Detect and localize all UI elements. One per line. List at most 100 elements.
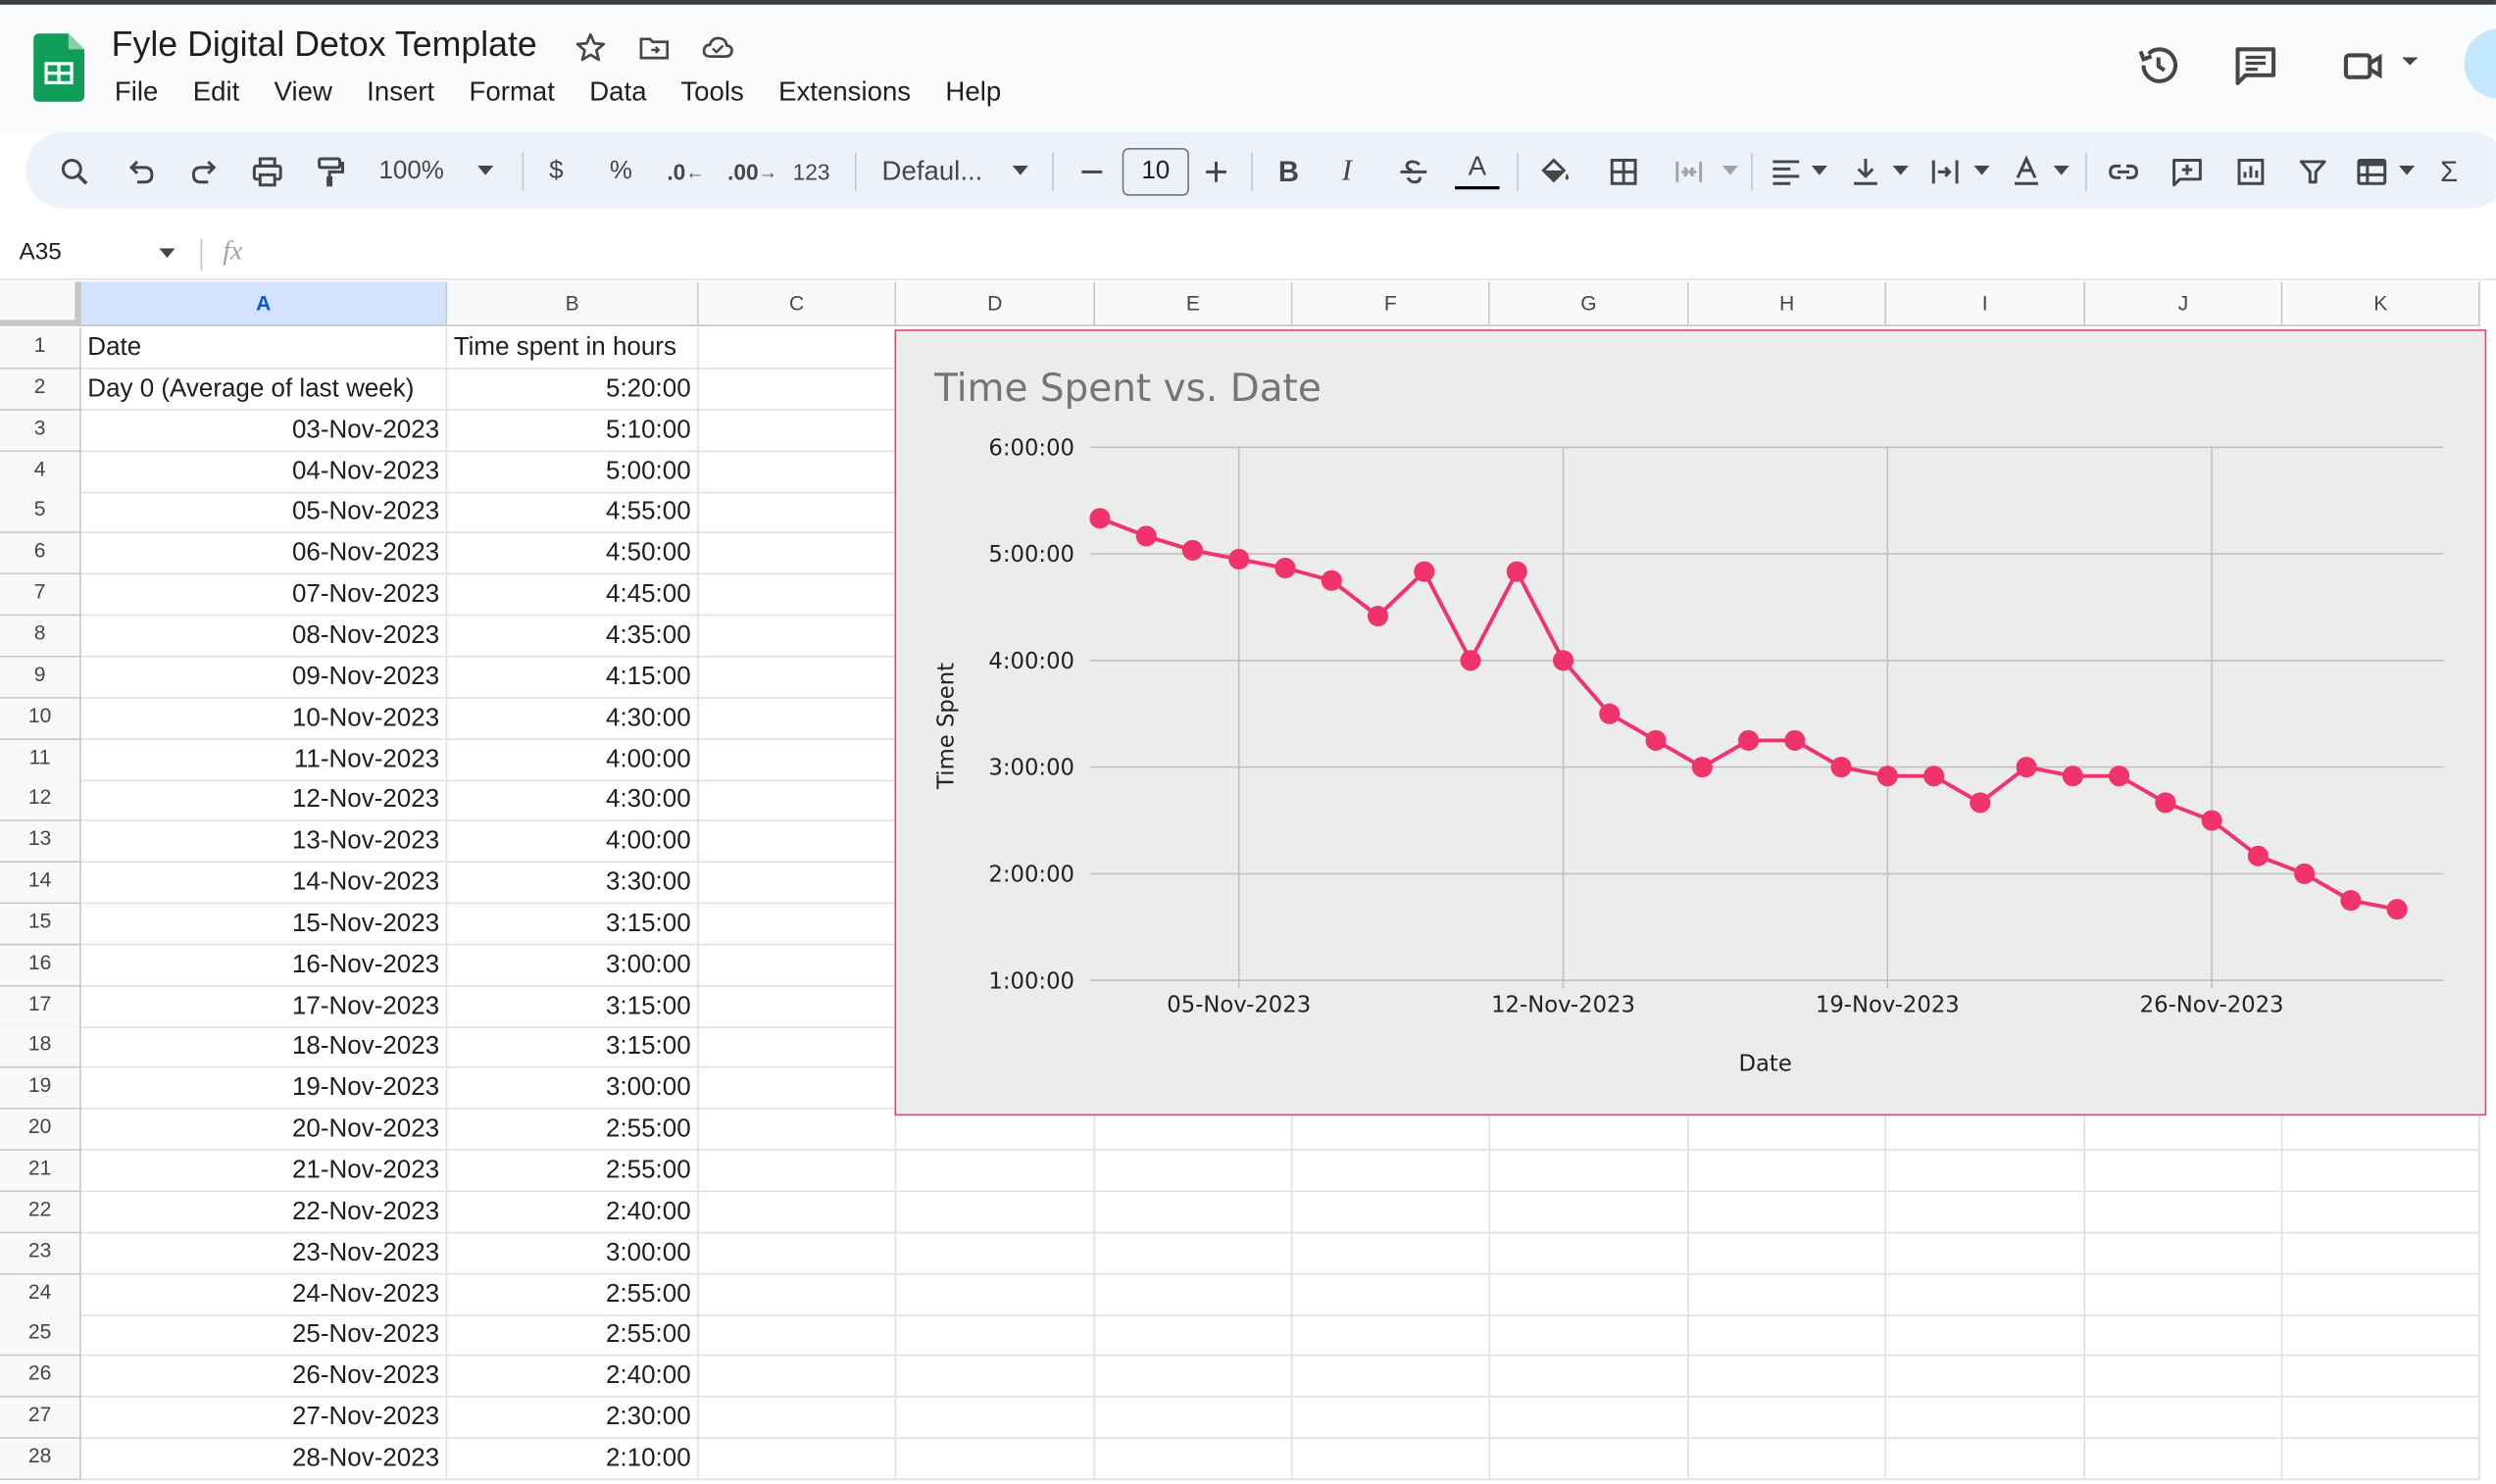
cell-a14[interactable]: 14-Nov-2023 — [80, 863, 448, 905]
insert-comment-icon[interactable] — [2170, 154, 2205, 189]
cell-h24[interactable] — [1688, 1273, 1887, 1316]
merge-cells-icon[interactable] — [1672, 154, 1707, 189]
row-header-6[interactable]: 6 — [0, 533, 81, 575]
cell-g23[interactable] — [1489, 1232, 1689, 1275]
cell-b17[interactable]: 3:15:00 — [447, 986, 699, 1028]
cell-k24[interactable] — [2282, 1273, 2480, 1316]
cell-j28[interactable] — [2085, 1438, 2283, 1480]
cell-g28[interactable] — [1489, 1438, 1689, 1480]
cell-f25[interactable] — [1292, 1314, 1490, 1358]
menu-insert[interactable]: Insert — [367, 76, 434, 107]
cell-b5[interactable]: 4:55:00 — [447, 492, 699, 534]
cell-g21[interactable] — [1489, 1150, 1689, 1193]
cell-a5[interactable]: 05-Nov-2023 — [80, 492, 448, 534]
cell-i21[interactable] — [1886, 1150, 2086, 1193]
cell-g24[interactable] — [1489, 1273, 1689, 1316]
cell-b16[interactable]: 3:00:00 — [447, 945, 699, 987]
wrap-dropdown-icon[interactable] — [1973, 165, 1990, 176]
font-dropdown-icon[interactable] — [1012, 165, 1028, 176]
font-size-input[interactable]: 10 — [1122, 148, 1189, 196]
cell-i24[interactable] — [1886, 1273, 2086, 1316]
row-header-4[interactable]: 4 — [0, 451, 81, 493]
cell-e20[interactable] — [1095, 1109, 1293, 1152]
row-header-16[interactable]: 16 — [0, 945, 81, 987]
cell-b6[interactable]: 4:50:00 — [447, 533, 699, 575]
cell-i20[interactable] — [1886, 1109, 2086, 1152]
cell-a28[interactable]: 28-Nov-2023 — [80, 1438, 448, 1480]
cell-c15[interactable] — [698, 904, 897, 946]
cell-i28[interactable] — [1886, 1438, 2086, 1480]
cell-b1[interactable]: Time spent in hours — [447, 327, 699, 370]
increase-decimal-button[interactable]: .00 → — [727, 154, 777, 189]
cell-d20[interactable] — [896, 1109, 1096, 1152]
cell-b27[interactable]: 2:30:00 — [447, 1397, 699, 1439]
cell-c21[interactable] — [698, 1150, 897, 1193]
cell-c19[interactable] — [698, 1067, 897, 1111]
cell-a24[interactable]: 24-Nov-2023 — [80, 1273, 448, 1316]
move-folder-icon[interactable] — [636, 30, 672, 66]
cell-b20[interactable]: 2:55:00 — [447, 1109, 699, 1152]
cell-c24[interactable] — [698, 1273, 897, 1316]
row-header-12[interactable]: 12 — [0, 780, 81, 822]
cell-f27[interactable] — [1292, 1397, 1490, 1439]
sheets-logo-icon[interactable] — [33, 33, 85, 102]
cell-c11[interactable] — [698, 739, 897, 781]
cell-d28[interactable] — [896, 1438, 1096, 1480]
increase-font-size-icon[interactable] — [1199, 154, 1234, 189]
currency-format-button[interactable]: $ — [549, 154, 563, 189]
cell-c28[interactable] — [698, 1438, 897, 1480]
row-header-22[interactable]: 22 — [0, 1191, 81, 1234]
menu-edit[interactable]: Edit — [193, 76, 240, 107]
cell-c26[interactable] — [698, 1356, 897, 1399]
redo-icon[interactable] — [186, 154, 222, 189]
text-rotation-icon[interactable] — [2009, 154, 2044, 189]
row-header-17[interactable]: 17 — [0, 986, 81, 1028]
cell-k22[interactable] — [2282, 1191, 2480, 1234]
cell-c20[interactable] — [698, 1109, 897, 1152]
cell-f23[interactable] — [1292, 1232, 1490, 1275]
column-header-e[interactable]: E — [1095, 281, 1293, 326]
cell-b28[interactable]: 2:10:00 — [447, 1438, 699, 1480]
cell-a8[interactable]: 08-Nov-2023 — [80, 616, 448, 658]
fill-color-icon[interactable] — [1537, 154, 1572, 189]
row-header-28[interactable]: 28 — [0, 1438, 81, 1480]
cell-c10[interactable] — [698, 698, 897, 740]
meet-video-icon[interactable] — [2340, 41, 2388, 89]
cell-c1[interactable] — [698, 327, 897, 370]
cell-b14[interactable]: 3:30:00 — [447, 863, 699, 905]
cell-a18[interactable]: 18-Nov-2023 — [80, 1026, 448, 1069]
row-header-13[interactable]: 13 — [0, 821, 81, 864]
vertical-align-icon[interactable] — [1848, 154, 1883, 189]
text-wrapping-icon[interactable] — [1927, 154, 1963, 189]
cell-i25[interactable] — [1886, 1314, 2086, 1358]
cell-k21[interactable] — [2282, 1150, 2480, 1193]
cell-c9[interactable] — [698, 657, 897, 699]
cell-g27[interactable] — [1489, 1397, 1689, 1439]
row-header-14[interactable]: 14 — [0, 863, 81, 905]
cell-c6[interactable] — [698, 533, 897, 575]
zoom-dropdown-icon[interactable] — [477, 165, 494, 176]
cell-b15[interactable]: 3:15:00 — [447, 904, 699, 946]
cell-c8[interactable] — [698, 616, 897, 658]
valign-dropdown-icon[interactable] — [1892, 165, 1909, 176]
menu-view[interactable]: View — [275, 76, 332, 107]
column-header-j[interactable]: J — [2085, 281, 2283, 326]
row-header-7[interactable]: 7 — [0, 574, 81, 617]
row-header-24[interactable]: 24 — [0, 1273, 81, 1316]
row-header-8[interactable]: 8 — [0, 616, 81, 658]
menu-data[interactable]: Data — [589, 76, 646, 107]
cell-a1[interactable]: Date — [80, 327, 448, 370]
cell-j27[interactable] — [2085, 1397, 2283, 1439]
cell-d22[interactable] — [896, 1191, 1096, 1234]
cell-a15[interactable]: 15-Nov-2023 — [80, 904, 448, 946]
search-menus-icon[interactable] — [57, 154, 92, 189]
cell-a12[interactable]: 12-Nov-2023 — [80, 780, 448, 822]
menu-extensions[interactable]: Extensions — [778, 76, 911, 107]
cell-h22[interactable] — [1688, 1191, 1887, 1234]
row-header-15[interactable]: 15 — [0, 904, 81, 946]
cell-g26[interactable] — [1489, 1356, 1689, 1399]
cell-b7[interactable]: 4:45:00 — [447, 574, 699, 617]
cell-k23[interactable] — [2282, 1232, 2480, 1275]
insert-chart-icon[interactable] — [2233, 154, 2269, 189]
name-box-dropdown-icon[interactable] — [159, 248, 175, 259]
